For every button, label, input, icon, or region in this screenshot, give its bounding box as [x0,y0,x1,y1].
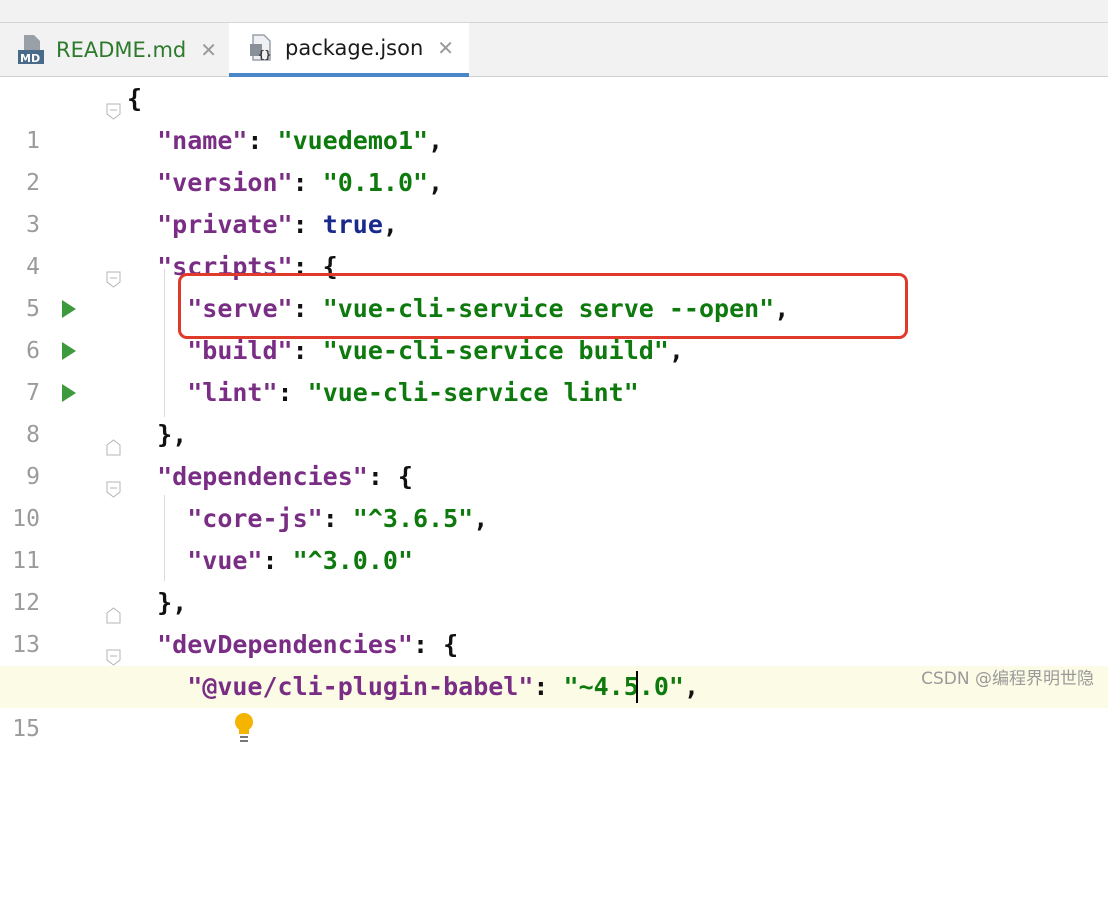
json-key: "dependencies" [157,462,368,491]
json-key: "lint" [187,378,278,407]
run-script-icon[interactable] [62,342,76,360]
json-key: "core-js" [187,504,323,533]
json-string: "vue-cli-service lint" [307,378,639,407]
run-script-icon[interactable] [62,384,76,402]
code-line-4[interactable]: 4 "private": true, [0,204,1108,280]
text-caret [636,671,638,703]
json-key: "build" [187,336,293,365]
json-string: "~4 [563,672,609,701]
close-icon[interactable]: ✕ [200,40,217,60]
json-string: .5.0" [608,672,684,701]
run-script-icon[interactable] [62,300,76,318]
window-top-strip [0,0,1108,22]
json-key: "name" [157,126,248,155]
json-boolean: true [322,210,383,239]
tab-package-json-label: package.json [285,36,424,60]
code-editor[interactable]: 1 { 2 "name": "vuedemo1", 3 "version": "… [0,77,1108,742]
md-badge: MD [20,52,40,65]
code-line-11[interactable]: 11 "core-js": "^3.6.5", [0,498,1108,574]
json-key: "private" [157,210,293,239]
line-number: 15 [12,716,40,742]
code-line-8[interactable]: 8 "lint": "vue-cli-service lint" [0,372,1108,448]
json-key: "devDependencies" [157,630,413,659]
fold-close-icon[interactable] [106,595,121,624]
code-line-1[interactable]: 1 { [0,78,1108,154]
tab-package-json[interactable]: {} package.json ✕ [229,23,469,77]
markdown-file-icon: MD [18,34,46,66]
json-string: "0.1.0" [322,168,429,197]
fold-open-icon[interactable] [106,469,121,498]
code-line-13[interactable]: 13 }, [0,582,1108,658]
code-text: }, [157,420,188,449]
code-line-10[interactable]: 10 "dependencies": { [0,456,1108,532]
svg-text:{}: {} [258,48,271,61]
json-key: "version" [157,168,293,197]
json-string: "^3.6.5" [352,504,474,533]
code-text: { [127,84,143,113]
highlight-box [178,273,908,339]
json-string: "^3.0.0" [292,546,414,575]
code-line-12[interactable]: 12 "vue": "^3.0.0" [0,540,1108,616]
watermark: CSDN @编程界明世隐 [921,669,1094,689]
fold-close-icon[interactable] [106,427,121,456]
tab-readme[interactable]: MD README.md ✕ [0,23,229,77]
fold-open-icon[interactable] [106,259,121,288]
tab-readme-label: README.md [56,38,187,62]
json-key: "@vue/cli-plugin-babel" [187,672,534,701]
code-text: }, [157,588,188,617]
json-file-icon: {} [249,32,275,64]
fold-open-icon[interactable] [106,91,121,120]
code-line-3[interactable]: 3 "version": "0.1.0", [0,162,1108,238]
code-line-9[interactable]: 9 }, [0,414,1108,490]
json-key: "vue" [187,546,263,575]
editor-tab-bar: MD README.md ✕ {} package.json ✕ [0,22,1108,77]
fold-open-icon[interactable] [106,637,121,666]
code-line-2[interactable]: 2 "name": "vuedemo1", [0,120,1108,196]
close-icon[interactable]: ✕ [437,38,454,58]
json-string: "vuedemo1" [277,126,429,155]
json-string: "vue-cli-service build" [322,336,669,365]
code-line-14[interactable]: 14 "devDependencies": { [0,624,1108,700]
